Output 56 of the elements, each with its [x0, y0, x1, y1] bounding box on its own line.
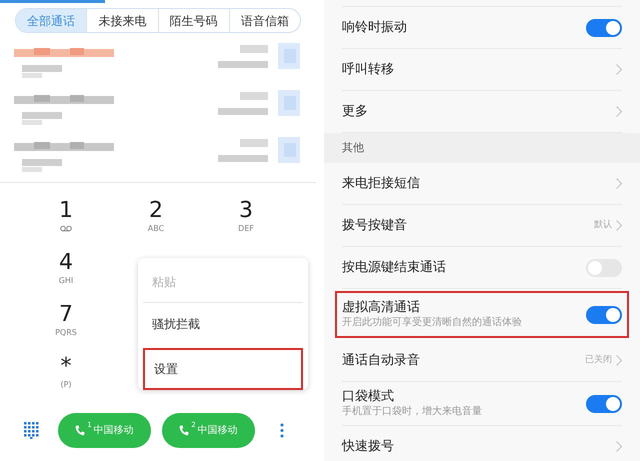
settings-row[interactable]: 来电拒接短信	[342, 163, 622, 204]
settings-row[interactable]: 拨号按键音 默认	[342, 205, 622, 246]
setting-label: 按电源键结束通话	[342, 259, 446, 276]
dialpad-letters: (P)	[60, 379, 72, 391]
setting-value: 已关闭	[585, 354, 612, 367]
dialpad-digit[interactable]: *	[60, 355, 72, 379]
settings-row[interactable]: 呼叫转移	[342, 49, 622, 90]
dialpad-digit[interactable]: 7	[59, 303, 73, 327]
dialpad-letters: GHI	[58, 275, 74, 287]
chevron-right-icon	[616, 106, 622, 117]
voicemail-icon	[60, 225, 72, 232]
settings-row[interactable]: 快速拨号	[342, 426, 622, 461]
settings-row[interactable]: 通话自动录音 已关闭	[342, 340, 622, 381]
dialpad-letters: PQRS	[55, 327, 77, 339]
dialpad-letters: ABC	[148, 223, 164, 235]
setting-description: 手机置于口袋时，增大来电音量	[342, 405, 482, 419]
call-button-label: 中国移动	[198, 424, 238, 438]
settings-row[interactable]: 口袋模式 手机置于口袋时，增大来电音量	[342, 382, 622, 425]
dialpad-digit[interactable]: 4	[59, 251, 73, 275]
dialpad-icon[interactable]	[24, 422, 39, 438]
settings-row[interactable]: 虚拟高清通话 开启此功能可享受更清晰自然的通话体验	[342, 293, 622, 336]
chevron-right-icon	[616, 178, 622, 189]
setting-label: 拨号按键音	[342, 217, 407, 234]
setting-label: 口袋模式	[342, 388, 395, 405]
menu-item[interactable]: 设置	[143, 348, 303, 390]
setting-label: 虚拟高清通话	[342, 299, 421, 316]
toggle-switch[interactable]	[586, 306, 622, 324]
settings-row[interactable]: 响铃时振动	[342, 7, 622, 48]
settings-row[interactable]: 按电源键结束通话	[342, 247, 622, 288]
setting-label: 更多	[342, 103, 368, 120]
chevron-right-icon	[616, 64, 622, 75]
setting-label: 快速拨号	[342, 438, 394, 455]
chevron-right-icon	[616, 441, 622, 452]
dialpad-digit[interactable]: 1	[59, 199, 73, 223]
dialpad-digit[interactable]: 3	[239, 199, 253, 223]
phone-icon	[75, 424, 86, 436]
setting-label: 响铃时振动	[342, 19, 407, 36]
chevron-right-icon	[616, 355, 622, 366]
chevron-right-icon	[616, 220, 622, 231]
dialpad-digit[interactable]: 2	[149, 199, 163, 223]
setting-label: 呼叫转移	[342, 61, 394, 78]
menu-item[interactable]: 骚扰拦截	[143, 303, 303, 345]
setting-value: 默认	[594, 218, 612, 232]
settings-row[interactable]: 更多	[342, 91, 622, 132]
dialpad-letters: DEF	[238, 223, 254, 235]
tab[interactable]: 语音信箱	[228, 9, 300, 32]
call-button-label: 中国移动	[94, 424, 134, 438]
setting-label: 来电拒接短信	[342, 175, 420, 192]
setting-label: 通话自动录音	[342, 352, 420, 369]
phone-icon	[179, 424, 190, 436]
toggle-switch[interactable]	[586, 394, 622, 412]
toggle-switch[interactable]	[586, 258, 622, 276]
setting-description: 开启此功能可享受更清晰自然的通话体验	[342, 316, 522, 330]
section-title: 其他	[342, 140, 364, 156]
toggle-switch[interactable]	[586, 18, 622, 36]
more-icon[interactable]	[280, 422, 284, 438]
